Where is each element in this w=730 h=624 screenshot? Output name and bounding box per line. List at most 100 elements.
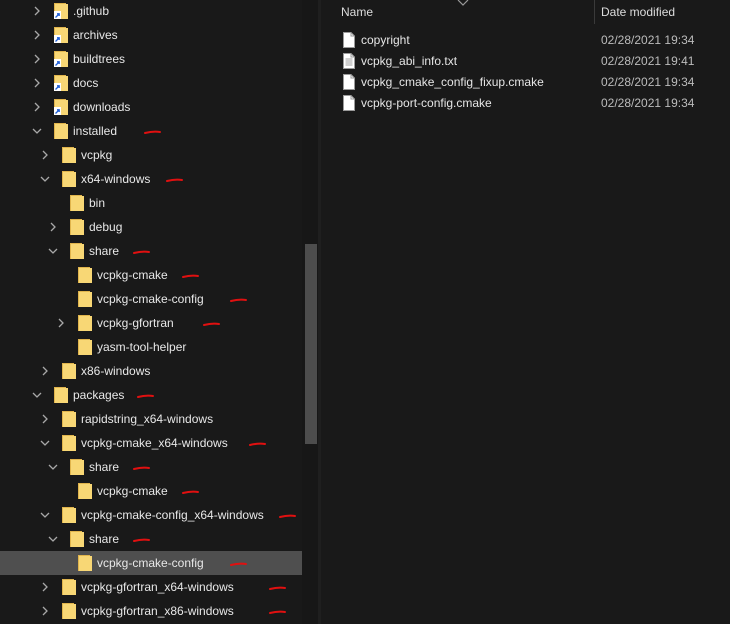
tree-item[interactable]: vcpkg	[0, 143, 302, 167]
file-date-modified: 02/28/2021 19:41	[601, 54, 695, 68]
tree-item-label: downloads	[73, 100, 131, 114]
tree-item-label: share	[89, 460, 120, 474]
chevron-right-icon[interactable]	[40, 414, 50, 424]
chevron-right-icon[interactable]	[56, 318, 66, 328]
tree-item[interactable]: vcpkg-cmake-config_x64-windows	[0, 503, 302, 527]
file-date-modified: 02/28/2021 19:34	[601, 33, 695, 47]
tree-item-label: x86-windows	[81, 364, 151, 378]
file-name: vcpkg_abi_info.txt	[361, 54, 458, 68]
tree-item-label: vcpkg	[81, 148, 113, 162]
tree-item-label: debug	[89, 220, 123, 234]
file-row[interactable]: vcpkg_cmake_config_fixup.cmake 02/28/2021…	[321, 72, 730, 93]
tree-item[interactable]: share	[0, 239, 302, 263]
tree-item-label: buildtrees	[73, 52, 126, 66]
tree-item-label: vcpkg-cmake-config_x64-windows	[81, 508, 264, 522]
chevron-right-icon[interactable]	[32, 102, 42, 112]
navigation-pane[interactable]: .github archives buildtrees docs downloads in…	[0, 0, 302, 624]
chevron-right-icon[interactable]	[40, 606, 50, 616]
folder-icon	[78, 315, 92, 331]
tree-item[interactable]: vcpkg-cmake_x64-windows	[0, 431, 302, 455]
column-header-date-modified[interactable]: Date modified	[601, 5, 675, 29]
chevron-down-icon[interactable]	[32, 390, 42, 400]
chevron-right-icon[interactable]	[32, 54, 42, 64]
text-file-icon	[343, 53, 355, 69]
tree-item-label: archives	[73, 28, 118, 42]
chevron-right-icon[interactable]	[48, 222, 58, 232]
file-row[interactable]: vcpkg-port-config.cmake 02/28/2021 19:34	[321, 93, 730, 114]
chevron-right-icon[interactable]	[40, 582, 50, 592]
tree-item-label: vcpkg-cmake_x64-windows	[81, 436, 228, 450]
file-row[interactable]: vcpkg_abi_info.txt 02/28/2021 19:41	[321, 51, 730, 72]
folder-shortcut-icon	[54, 75, 68, 91]
folder-icon	[78, 555, 92, 571]
chevron-right-icon[interactable]	[32, 6, 42, 16]
tree-item-label: vcpkg-gfortran	[97, 316, 174, 330]
tree-item[interactable]: rapidstring_x64-windows	[0, 407, 302, 431]
folder-icon	[70, 219, 84, 235]
tree-item[interactable]: docs	[0, 71, 302, 95]
tree-item-label: vcpkg-cmake	[97, 484, 168, 498]
red-annotation-mark	[248, 442, 266, 446]
tree-item-label: yasm-tool-helper	[97, 340, 187, 354]
tree-item-label: rapidstring_x64-windows	[81, 412, 214, 426]
red-annotation-mark	[202, 322, 220, 326]
chevron-down-icon[interactable]	[32, 126, 42, 136]
file-name: vcpkg_cmake_config_fixup.cmake	[361, 75, 544, 89]
tree-item[interactable]: yasm-tool-helper	[0, 335, 302, 359]
file-icon	[343, 74, 355, 90]
folder-icon	[62, 579, 76, 595]
navigation-scrollbar-thumb[interactable]	[305, 244, 317, 444]
red-annotation-mark	[181, 490, 199, 494]
tree-item[interactable]: share	[0, 527, 302, 551]
chevron-right-icon[interactable]	[40, 150, 50, 160]
tree-item[interactable]: vcpkg-gfortran_x86-windows	[0, 599, 302, 623]
tree-item[interactable]: installed	[0, 119, 302, 143]
tree-item[interactable]: bin	[0, 191, 302, 215]
folder-icon	[70, 243, 84, 259]
tree-item[interactable]: packages	[0, 383, 302, 407]
tree-item[interactable]: archives	[0, 23, 302, 47]
folder-icon	[62, 411, 76, 427]
tree-item-label: vcpkg-gfortran_x86-windows	[81, 604, 234, 618]
file-name: copyright	[361, 33, 410, 47]
tree-item[interactable]: debug	[0, 215, 302, 239]
file-row[interactable]: copyright 02/28/2021 19:34	[321, 30, 730, 51]
tree-item[interactable]: downloads	[0, 95, 302, 119]
tree-item-label: .github	[73, 4, 110, 18]
chevron-right-icon[interactable]	[32, 30, 42, 40]
chevron-down-icon[interactable]	[48, 534, 58, 544]
chevron-right-icon[interactable]	[40, 366, 50, 376]
red-annotation-mark	[279, 514, 296, 518]
sort-ascending-icon	[457, 0, 469, 6]
folder-shortcut-icon	[54, 27, 68, 43]
tree-item[interactable]: vcpkg-cmake	[0, 263, 302, 287]
tree-item[interactable]: vcpkg-cmake-config	[0, 551, 302, 575]
tree-item[interactable]: buildtrees	[0, 47, 302, 71]
folder-icon	[78, 267, 92, 283]
tree-item[interactable]: vcpkg-cmake	[0, 479, 302, 503]
tree-item[interactable]: x86-windows	[0, 359, 302, 383]
tree-item[interactable]: share	[0, 455, 302, 479]
tree-item-label: share	[89, 532, 120, 546]
file-date-modified: 02/28/2021 19:34	[601, 96, 695, 110]
column-divider[interactable]	[594, 0, 595, 24]
tree-item[interactable]: x64-windows	[0, 167, 302, 191]
red-annotation-mark	[165, 178, 183, 182]
tree-item[interactable]: vcpkg-gfortran_x64-windows	[0, 575, 302, 599]
red-annotation-mark	[230, 562, 248, 566]
red-annotation-mark	[132, 538, 150, 542]
tree-item[interactable]: vcpkg-cmake-config	[0, 287, 302, 311]
chevron-down-icon[interactable]	[40, 510, 50, 520]
tree-item[interactable]: vcpkg-gfortran	[0, 311, 302, 335]
column-header-name[interactable]: Name	[341, 5, 373, 29]
chevron-down-icon[interactable]	[48, 246, 58, 256]
chevron-right-icon[interactable]	[32, 78, 42, 88]
folder-icon	[62, 603, 76, 619]
tree-item-label: installed	[73, 124, 118, 138]
folder-icon	[62, 507, 76, 523]
chevron-down-icon[interactable]	[48, 462, 58, 472]
chevron-down-icon[interactable]	[40, 174, 50, 184]
chevron-down-icon[interactable]	[40, 438, 50, 448]
tree-item[interactable]: .github	[0, 0, 302, 23]
file-name: vcpkg-port-config.cmake	[361, 96, 492, 110]
